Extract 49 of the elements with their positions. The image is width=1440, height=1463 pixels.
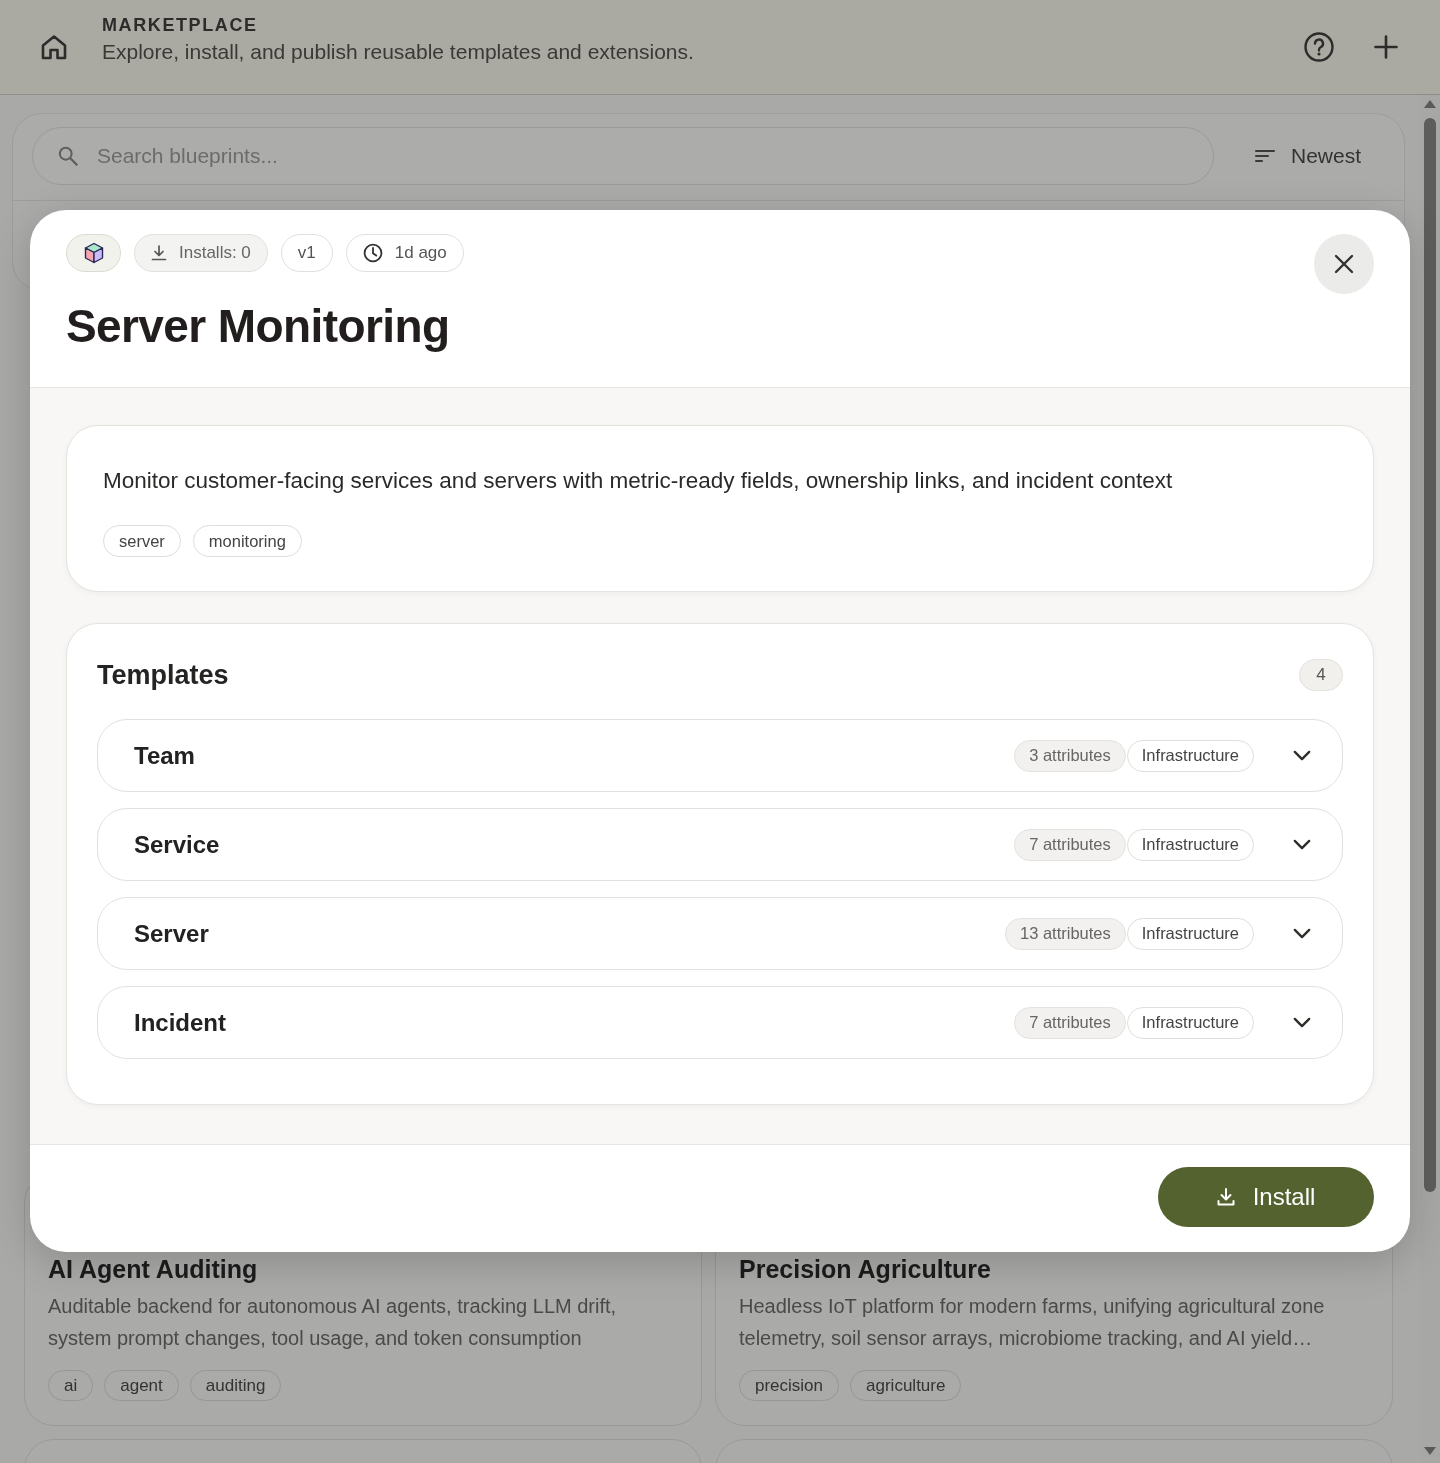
sort-icon [1254, 149, 1275, 163]
scroll-up-arrow-icon[interactable] [1424, 100, 1436, 108]
card-title: AI Agent Auditing [48, 1255, 258, 1284]
attribute-count: 3 attributes [1014, 739, 1126, 772]
search-icon [58, 146, 78, 166]
card-title: Precision Agriculture [739, 1255, 991, 1284]
plus-icon[interactable] [1374, 35, 1398, 59]
template-row[interactable]: Incident 7 attributes Infrastructure [97, 986, 1343, 1059]
download-icon [151, 245, 167, 261]
attribute-count: 7 attributes [1014, 828, 1126, 861]
updated-label: 1d ago [394, 243, 447, 263]
template-name: Team [134, 741, 195, 770]
install-button[interactable]: Install [1158, 1167, 1374, 1227]
download-icon [1216, 1188, 1235, 1206]
dialog-title: Server Monitoring [66, 299, 450, 353]
chevron-icon[interactable] [1293, 928, 1311, 939]
template-name: Incident [134, 1008, 226, 1037]
templates-heading: Templates [97, 659, 229, 691]
scrollbar-thumb[interactable] [1424, 118, 1436, 1192]
template-name: Service [134, 830, 220, 859]
clock-icon [362, 243, 383, 263]
search-field[interactable]: Search blueprints... [32, 127, 1214, 185]
template-count: 4 [1299, 659, 1343, 691]
category-tag: Infrastructure [1126, 1006, 1254, 1039]
dialog-description: Monitor customer-facing services and servers with metric-ready fields, ownership links, and incident context [103, 467, 1174, 495]
home-icon[interactable] [40, 33, 68, 61]
card-description: Auditable backend for autonomous AI agents, tracking LLM drift, system prompt changes, tool usage, and token consumption [48, 1294, 618, 1351]
attribute-count: 13 attributes [1004, 917, 1126, 950]
card-description: Headless IoT platform for modern farms, unifying agricultural zone telemetry, soil sensor arrays, microbiome tracking, and AI yield… [739, 1294, 1326, 1351]
template-row[interactable]: Team 3 attributes Infrastructure [97, 719, 1343, 792]
sort-button[interactable]: Newest [1254, 144, 1361, 168]
chevron-icon[interactable] [1293, 1017, 1311, 1028]
page-eyebrow: MARKETPLACE [102, 14, 258, 36]
template-name: Server [134, 919, 209, 948]
version-badge: v1 [280, 234, 333, 272]
chevron-icon[interactable] [1293, 750, 1311, 761]
page-subtitle: Explore, install, and publish reusable templates and extensions. [102, 39, 694, 65]
category-tag: Infrastructure [1126, 739, 1254, 772]
help-icon[interactable] [1304, 32, 1334, 62]
scroll-down-arrow-icon[interactable] [1424, 1447, 1436, 1455]
attribute-count: 7 attributes [1014, 1006, 1126, 1039]
installs-label: Installs: 0 [179, 243, 251, 263]
chevron-icon[interactable] [1293, 839, 1311, 850]
template-row[interactable]: Service 7 attributes Infrastructure [97, 808, 1343, 881]
cube-icon [83, 242, 104, 264]
template-row[interactable]: Server 13 attributes Infrastructure [97, 897, 1343, 970]
close-icon [1334, 254, 1354, 274]
category-tag: Infrastructure [1126, 917, 1254, 950]
category-tag: Infrastructure [1126, 828, 1254, 861]
